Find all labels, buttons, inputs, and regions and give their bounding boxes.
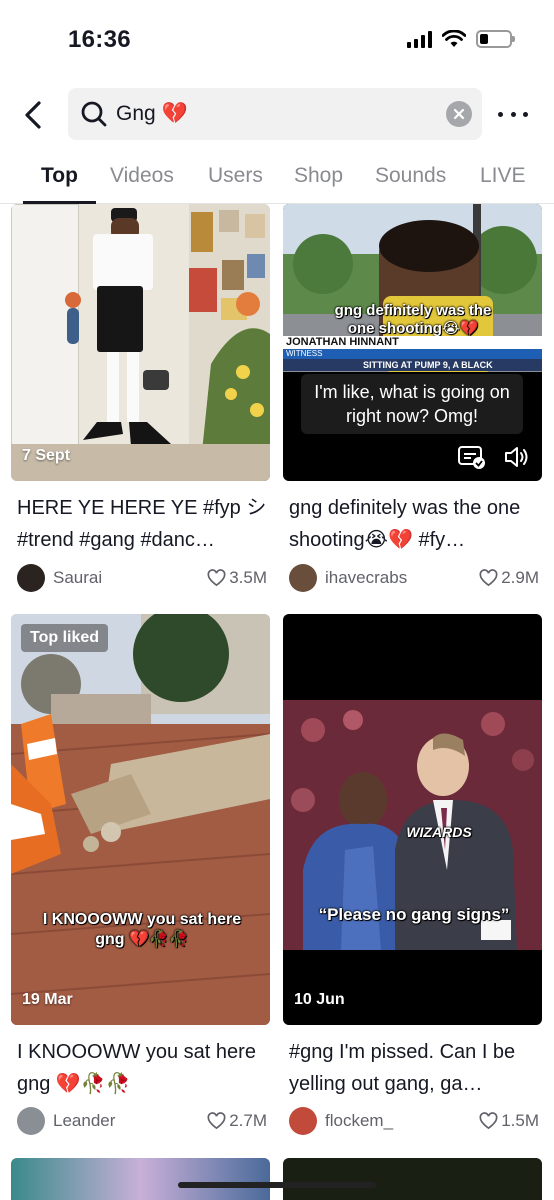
cellular-signal-icon: [407, 30, 432, 48]
thumbnail-image: [11, 614, 270, 1025]
tab-shop[interactable]: Shop: [294, 164, 343, 188]
result-card[interactable]: Top liked I KNOOOWW you sat here gng 💔🥀🥀…: [11, 614, 270, 1144]
video-subtitle: I'm like, what is going on right now? Om…: [301, 374, 523, 434]
post-caption[interactable]: I KNOOOWW you sat here gng 💔🥀🥀: [17, 1036, 267, 1100]
top-liked-badge: Top liked: [21, 624, 109, 652]
home-indicator: [178, 1182, 376, 1188]
tab-sounds[interactable]: Sounds: [375, 164, 446, 188]
close-icon: [453, 108, 465, 120]
jersey-text: WIZARDS: [406, 824, 472, 840]
like-count: 2.7M: [207, 1111, 267, 1131]
like-count: 2.9M: [479, 568, 539, 588]
post-meta: Leander 2.7M: [17, 1106, 267, 1136]
avatar[interactable]: [17, 564, 45, 592]
avatar[interactable]: [289, 564, 317, 592]
avatar[interactable]: [289, 1107, 317, 1135]
post-meta: flockem_ 1.5M: [289, 1106, 539, 1136]
wifi-icon: [442, 30, 466, 47]
search-input[interactable]: Gng 💔: [68, 88, 482, 140]
post-date: 19 Mar: [22, 991, 73, 1008]
like-count-value: 2.7M: [229, 1111, 267, 1130]
tab-live[interactable]: LIVE: [480, 164, 526, 188]
like-count: 3.5M: [207, 568, 267, 588]
username[interactable]: flockem_: [325, 1111, 479, 1131]
lower-third-title: WITNESS: [283, 349, 542, 359]
video-thumbnail[interactable]: gng definitely was the one shooting😭💔 JO…: [283, 204, 542, 481]
post-date: 10 Jun: [294, 991, 345, 1008]
tab-videos[interactable]: Videos: [110, 164, 174, 188]
video-thumbnail[interactable]: 7 Sept: [11, 204, 270, 481]
username[interactable]: Saurai: [53, 568, 207, 588]
video-overlay-text: “Please no gang signs”: [318, 905, 510, 924]
status-bar: 16:36: [0, 0, 554, 80]
clear-search-button[interactable]: [446, 101, 472, 127]
like-count-value: 2.9M: [501, 568, 539, 587]
heart-icon: [479, 569, 498, 587]
heart-icon: [207, 569, 226, 587]
video-thumbnail-partial[interactable]: [11, 1158, 270, 1200]
lower-third-ticker: SITTING AT PUMP 9, A BLACK: [283, 359, 542, 371]
video-thumbnail[interactable]: Top liked I KNOOOWW you sat here gng 💔🥀🥀…: [11, 614, 270, 1025]
post-date: 7 Sept: [22, 447, 71, 464]
battery-icon: [476, 30, 515, 48]
status-time: 16:36: [68, 26, 131, 53]
result-card[interactable]: 7 Sept HERE YE HERE YE #fyp シ #trend #ga…: [11, 204, 270, 604]
result-card[interactable]: gng definitely was the one shooting😭💔 JO…: [283, 204, 542, 604]
username[interactable]: Leander: [53, 1111, 207, 1131]
search-header: Gng 💔: [0, 88, 554, 142]
like-count-value: 3.5M: [229, 568, 267, 587]
like-count-value: 1.5M: [501, 1111, 539, 1130]
avatar[interactable]: [17, 1107, 45, 1135]
search-tabs: Top Videos Users Shop Sounds LIVE: [0, 150, 554, 204]
status-icons: [407, 30, 515, 48]
post-meta: Saurai 3.5M: [17, 563, 267, 593]
video-thumbnail-partial[interactable]: [283, 1158, 542, 1200]
post-caption[interactable]: gng definitely was the one shooting😭💔 #f…: [289, 492, 539, 556]
tab-users[interactable]: Users: [208, 164, 263, 188]
video-overlay-caption: gng definitely was the one shooting😭💔: [334, 302, 492, 337]
search-icon: [81, 101, 107, 127]
username[interactable]: ihavecrabs: [325, 568, 479, 588]
back-button[interactable]: [18, 96, 48, 134]
news-lower-third: JONATHAN HINNANT WITNESS SITTING AT PUMP…: [283, 336, 542, 374]
volume-icon[interactable]: [503, 444, 531, 470]
chevron-left-icon: [25, 101, 41, 129]
post-caption[interactable]: #gng I'm pissed. Can I be yelling out ga…: [289, 1036, 539, 1100]
search-query: Gng 💔: [116, 102, 188, 125]
thumbnail-image: [11, 204, 270, 481]
heart-icon: [207, 1112, 226, 1130]
captions-icon[interactable]: [457, 444, 487, 470]
video-thumbnail[interactable]: WIZARDS “Please no gang signs” 10 Jun: [283, 614, 542, 1025]
like-count: 1.5M: [479, 1111, 539, 1131]
post-caption[interactable]: HERE YE HERE YE #fyp シ #trend #gang #dan…: [17, 492, 267, 556]
tab-top[interactable]: Top: [41, 164, 78, 188]
heart-icon: [479, 1112, 498, 1130]
result-card[interactable]: WIZARDS “Please no gang signs” 10 Jun #g…: [283, 614, 542, 1144]
more-options-button[interactable]: [498, 102, 528, 126]
lower-third-name: JONATHAN HINNANT: [283, 336, 542, 349]
video-overlay-text: I KNOOOWW you sat here gng 💔🥀🥀: [42, 911, 242, 948]
post-meta: ihavecrabs 2.9M: [289, 563, 539, 593]
